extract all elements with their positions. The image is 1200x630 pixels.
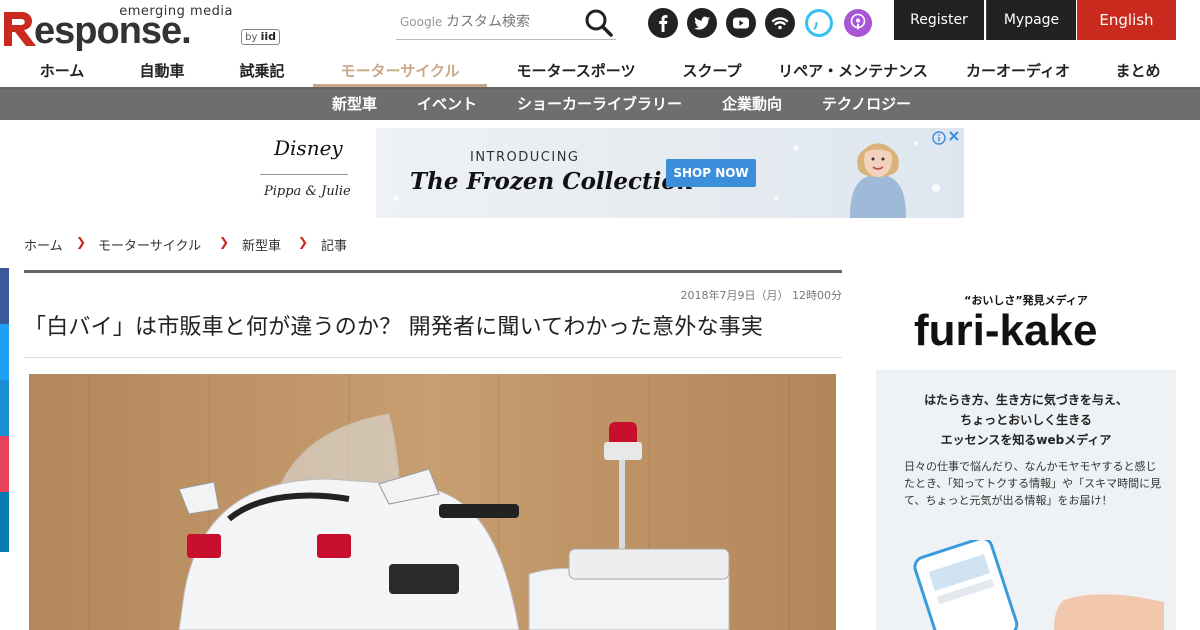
chevron-right-icon: ❯	[298, 235, 309, 249]
nav-item-home[interactable]: ホーム	[38, 56, 86, 87]
sidebar-ad-line3: エッセンスを知るwebメディア	[940, 433, 1112, 447]
share-facebook[interactable]	[0, 268, 9, 324]
sidebar-ad-line1: はたらき方、生き方に気づきを与え、	[924, 393, 1128, 407]
ad-title: The Frozen Collection	[410, 168, 694, 195]
subnav-item-events[interactable]: イベント	[417, 89, 477, 120]
nav-item-cars[interactable]: 自動車	[138, 56, 186, 87]
police-motorcycle-photo	[29, 374, 836, 630]
twitter-icon	[694, 16, 710, 30]
share-linkedin[interactable]	[0, 492, 9, 552]
ad-brand-sub: Pippa & Julie	[264, 184, 351, 199]
chevron-right-icon: ❯	[76, 235, 87, 249]
youtube-icon	[733, 17, 749, 29]
article-hero-image[interactable]	[29, 374, 836, 630]
sidebar-ad-body: 日々の仕事で悩んだり、なんかモヤモヤすると感じたとき、「知ってトクする情報」や「…	[904, 460, 1162, 507]
nav-item-test-drive[interactable]: 試乗記	[238, 56, 286, 87]
podcast-link[interactable]	[843, 8, 873, 38]
ad-close-icon[interactable]	[947, 129, 961, 143]
main-nav: ホーム 自動車 試乗記 モーターサイクル モータースポーツ スクープ リペア・メ…	[0, 56, 1200, 89]
response-logo[interactable]: emerging media esponse. by iid	[0, 4, 285, 52]
subnav-item-corporate[interactable]: 企業動向	[722, 89, 782, 120]
subnav-item-technology[interactable]: テクノロジー	[822, 89, 911, 120]
ad-brand-logo: Disney	[274, 136, 343, 160]
sidebar-ad[interactable]: “おいしさ”発見メディア furi-kake はたらき方、生き方に気づきを与え、…	[876, 270, 1176, 630]
rss-icon	[771, 17, 789, 30]
youtube-link[interactable]	[726, 8, 756, 38]
share-twitter[interactable]	[0, 324, 9, 380]
nav-item-summary[interactable]: まとめ	[1114, 56, 1162, 87]
rss-link[interactable]	[765, 8, 795, 38]
logo-wordmark: esponse.	[34, 10, 192, 52]
site-header: emerging media esponse. by iid Google カス…	[0, 0, 1200, 56]
page: emerging media esponse. by iid Google カス…	[0, 0, 1200, 630]
article-date: 2018年7月9日（月） 12時00分	[680, 289, 842, 302]
search-button[interactable]	[584, 8, 614, 38]
nav-item-repair[interactable]: リペア・メンテナンス	[776, 56, 930, 87]
facebook-icon	[659, 15, 668, 32]
nav-item-scoop[interactable]: スクープ	[680, 56, 744, 87]
alexa-link[interactable]	[804, 8, 834, 38]
chevron-right-icon: ❯	[219, 235, 230, 249]
search-input[interactable]	[400, 10, 578, 34]
ad-brand-panel[interactable]: Disney Pippa & Julie	[252, 128, 362, 218]
subnav-item-new-models[interactable]: 新型車	[332, 89, 377, 120]
breadcrumb-article: 記事	[321, 239, 348, 254]
ad-intro: INTRODUCING	[470, 150, 580, 165]
search-box: Google	[396, 4, 616, 40]
facebook-link[interactable]	[648, 8, 678, 38]
breadcrumb-new-models[interactable]: 新型車	[242, 235, 281, 254]
nav-item-motorcycle[interactable]: モーターサイクル	[313, 56, 487, 87]
english-button[interactable]: English	[1077, 0, 1176, 40]
logo-by-iid: by iid	[241, 29, 280, 45]
ad-shop-now-button[interactable]: SHOP NOW	[666, 159, 756, 187]
nav-item-motorsports[interactable]: モータースポーツ	[514, 56, 638, 87]
share-pocket[interactable]	[0, 436, 9, 492]
ad-info-icon[interactable]	[932, 131, 946, 145]
alexa-icon	[805, 9, 833, 37]
mypage-button[interactable]: Mypage	[986, 0, 1076, 40]
phone-hand-image	[913, 540, 1164, 630]
subnav-item-showcar-library[interactable]: ショーカーライブラリー	[517, 89, 682, 120]
article-title-divider	[24, 357, 842, 358]
search-icon	[585, 9, 613, 37]
sub-nav: 新型車 イベント ショーカーライブラリー 企業動向 テクノロジー	[0, 89, 1200, 120]
nav-item-car-audio[interactable]: カーオーディオ	[964, 56, 1072, 87]
breadcrumb-home[interactable]: ホーム	[24, 235, 63, 254]
share-hatena[interactable]	[0, 380, 9, 436]
register-button[interactable]: Register	[894, 0, 984, 40]
ad-girl-image	[850, 143, 906, 218]
furikake-logo: furi-kake	[914, 306, 1098, 355]
podcast-icon	[844, 9, 872, 37]
article-title: 「白バイ」は市販車と何が違うのか？ 開発者に聞いてわかった意外な事実	[24, 315, 764, 340]
ad-banner[interactable]: INTRODUCING The Frozen Collection SHOP N…	[376, 128, 964, 218]
article-top-rule	[24, 270, 842, 273]
ad-brand-divider	[260, 174, 348, 175]
twitter-link[interactable]	[687, 8, 717, 38]
sidebar-ad-line2: ちょっとおいしく生きる	[960, 413, 1092, 427]
breadcrumb-motorcycle[interactable]: モーターサイクル	[98, 235, 201, 254]
